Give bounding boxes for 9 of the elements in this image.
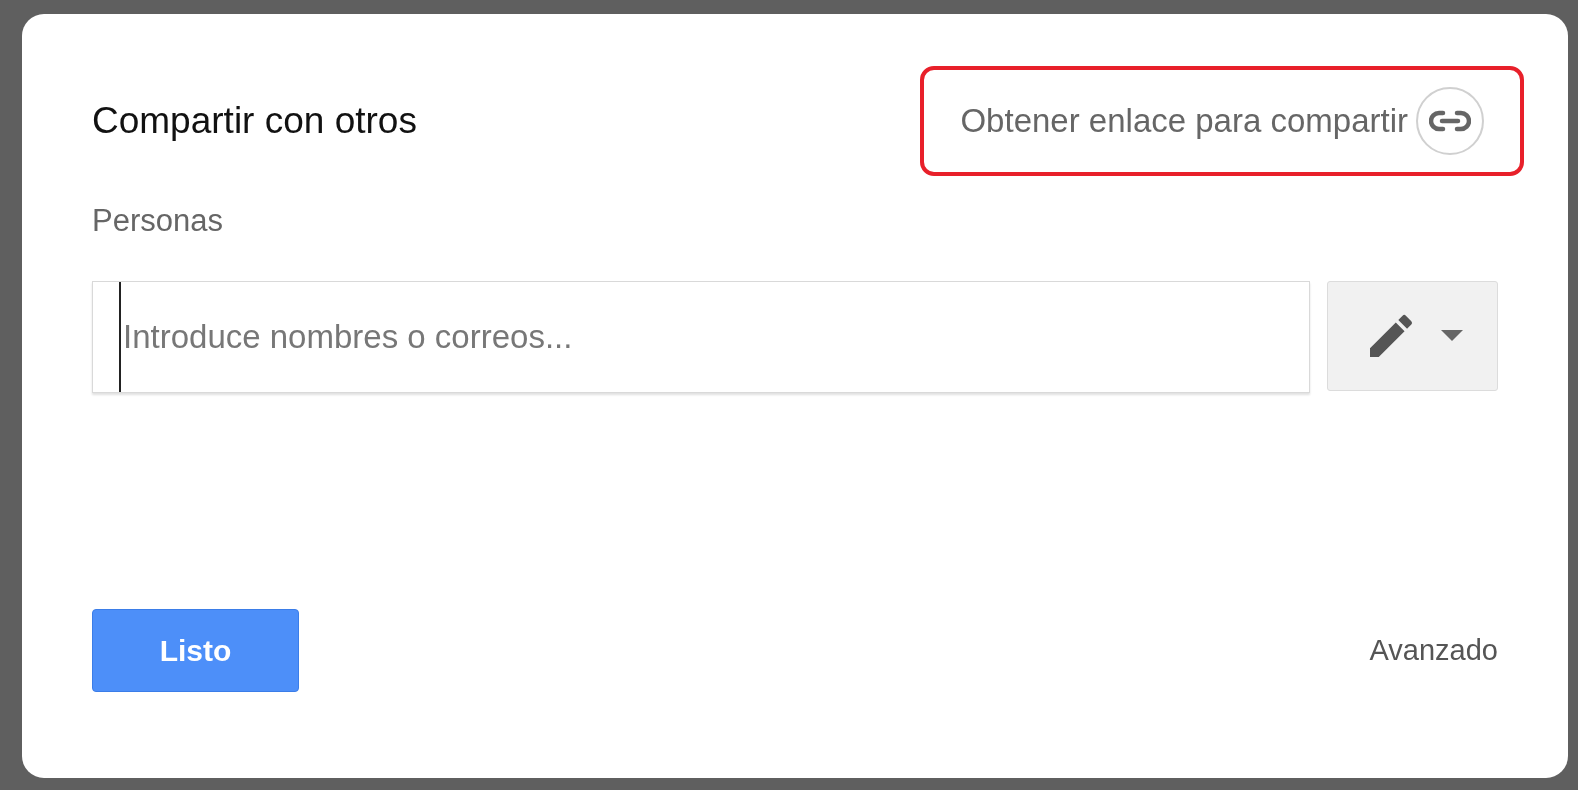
- caret-icon: [1440, 330, 1463, 341]
- get-link-button[interactable]: Obtener enlace para compartir: [920, 66, 1524, 176]
- people-label: Personas: [92, 202, 224, 240]
- people-field[interactable]: Introduce nombres o correos...: [92, 280, 1310, 393]
- link-icon: [1416, 87, 1484, 155]
- dialog-title: Compartir con otros: [92, 99, 417, 144]
- advanced-link[interactable]: Avanzado: [1369, 628, 1498, 673]
- permission-button[interactable]: [1327, 280, 1498, 391]
- done-button[interactable]: Listo: [92, 609, 299, 692]
